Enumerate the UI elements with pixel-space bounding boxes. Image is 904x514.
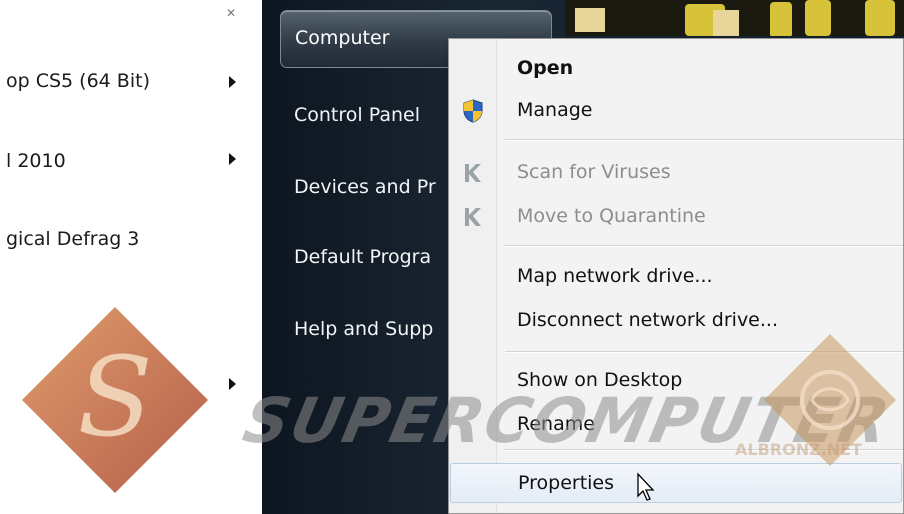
submenu-arrow-icon[interactable] (229, 378, 236, 390)
antivirus-k-icon (465, 208, 481, 226)
program-item-office[interactable]: l 2010 (6, 150, 66, 172)
submenu-arrow-icon[interactable] (229, 153, 236, 165)
help-support-link[interactable]: Help and Supp (294, 318, 433, 340)
menu-item-map-drive[interactable]: Map network drive... (450, 257, 902, 297)
map-drive-label: Map network drive... (517, 265, 713, 287)
devices-printers-link[interactable]: Devices and Pr (294, 176, 436, 198)
menu-separator (505, 139, 903, 141)
watermark-site-text: ALBRONZ.NET (735, 440, 862, 459)
submenu-arrow-icon[interactable] (229, 76, 236, 88)
cut-off-glyph-icon: ✕ (226, 6, 237, 20)
svg-text:S: S (77, 333, 152, 461)
program-item-defrag[interactable]: gical Defrag 3 (6, 228, 139, 250)
quarantine-label: Move to Quarantine (517, 205, 706, 227)
desktop-background (565, 0, 904, 36)
antivirus-k-icon (465, 164, 481, 182)
disconnect-drive-label: Disconnect network drive... (517, 309, 778, 331)
menu-item-manage[interactable]: Manage (450, 91, 902, 131)
default-programs-link[interactable]: Default Progra (294, 246, 431, 268)
computer-label: Computer (295, 27, 390, 49)
menu-item-scan-viruses[interactable]: Scan for Viruses (450, 153, 902, 193)
scan-label: Scan for Viruses (517, 161, 671, 183)
program-item-photoshop[interactable]: op CS5 (64 Bit) (6, 70, 150, 92)
watermark-s-logo: S (22, 307, 208, 493)
open-label: Open (517, 57, 574, 79)
menu-separator (505, 245, 903, 247)
mouse-pointer-icon (637, 472, 655, 501)
menu-item-open[interactable]: Open (450, 49, 902, 89)
manage-label: Manage (517, 99, 593, 121)
truncated-top-item (6, 0, 16, 10)
uac-shield-icon (463, 99, 483, 123)
menu-item-move-quarantine[interactable]: Move to Quarantine (450, 197, 902, 237)
control-panel-link[interactable]: Control Panel (294, 104, 420, 126)
properties-label: Properties (518, 472, 615, 494)
